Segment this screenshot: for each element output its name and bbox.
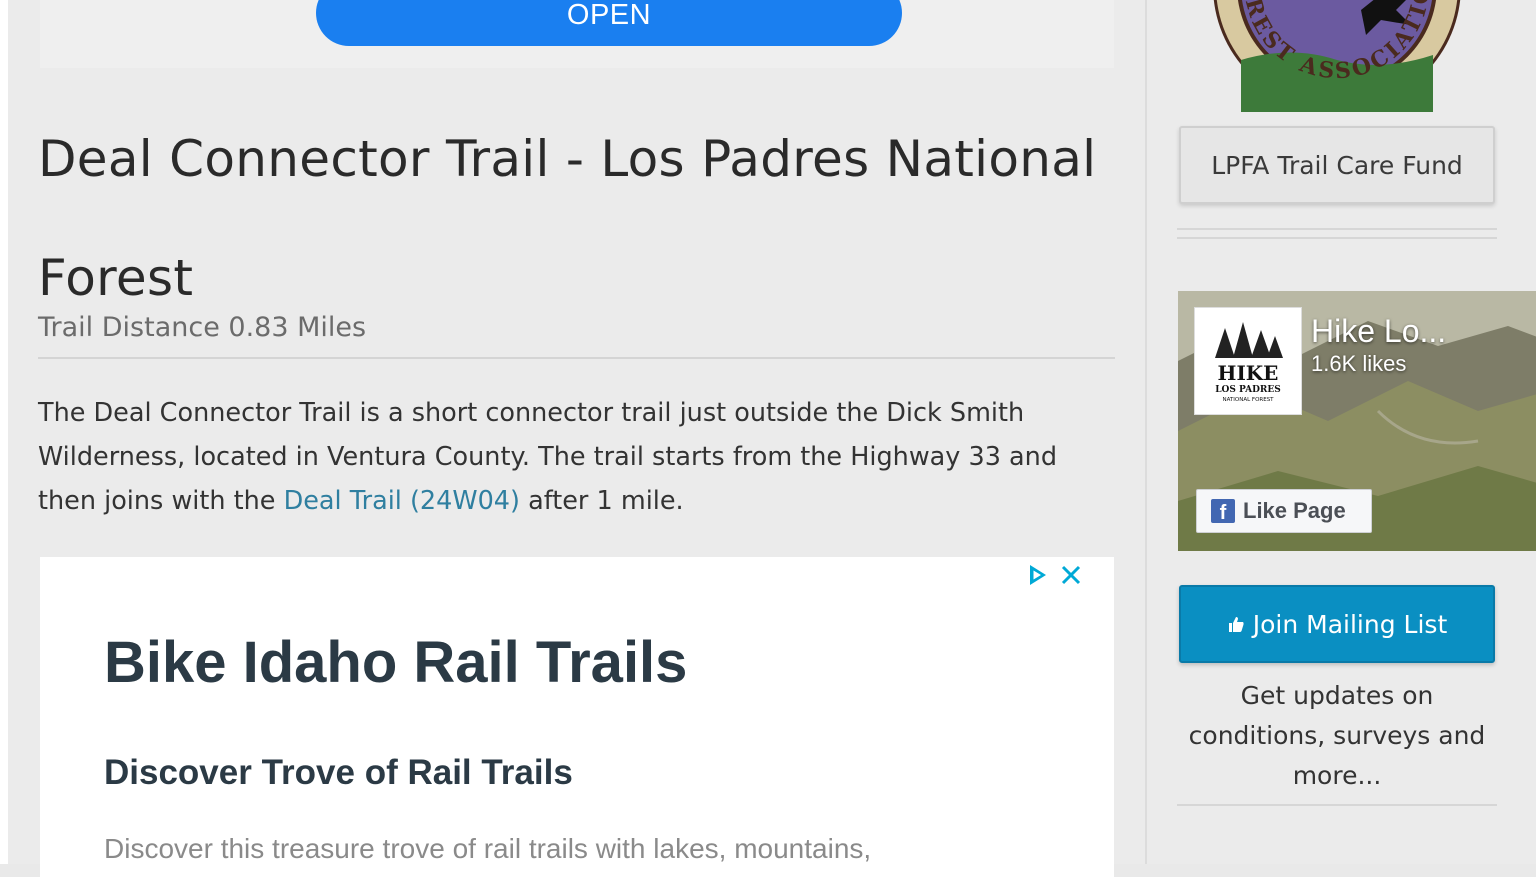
deal-trail-link[interactable]: Deal Trail (24W04) <box>284 486 520 516</box>
main-content: OPEN Deal Connector Trail - Los Padres N… <box>8 0 1145 877</box>
mailing-list-caption: Get updates on conditions, surveys and m… <box>1188 681 1486 790</box>
ad-body-text: Discover this treasure trove of rail tra… <box>104 833 872 864</box>
sidebar-rule <box>1177 237 1497 239</box>
ad-headline[interactable]: Bike Idaho Rail Trails <box>104 629 687 696</box>
mailing-list-label: Join Mailing List <box>1252 609 1448 639</box>
adchoices-icon[interactable] <box>1024 562 1050 592</box>
svg-text:HIKE: HIKE <box>1218 361 1279 385</box>
sidebar-rule <box>1177 228 1497 230</box>
facebook-page-widget[interactable]: HIKE LOS PADRES NATIONAL FOREST Hike Lo.… <box>1178 291 1536 551</box>
inline-ad[interactable]: Bike Idaho Rail Trails Discover Trove of… <box>40 557 1114 877</box>
ad-open-button[interactable]: OPEN <box>316 0 902 46</box>
page-left-edge <box>0 0 8 864</box>
thumbs-up-icon <box>1227 610 1245 639</box>
trail-care-fund-button[interactable]: LPFA Trail Care Fund <box>1179 126 1495 204</box>
forest-association-logo[interactable]: FOREST ASSOCIATION <box>1199 0 1463 112</box>
svg-text:NATIONAL FOREST: NATIONAL FOREST <box>1222 397 1274 403</box>
facebook-like-count: 1.6K likes <box>1311 351 1407 376</box>
top-banner-ad: OPEN <box>40 0 1114 68</box>
title-divider <box>38 357 1115 359</box>
page-title: Deal Connector Trail - Los Padres Nation… <box>38 130 1097 307</box>
trail-description: The Deal Connector Trail is a short conn… <box>38 391 1108 523</box>
sidebar: FOREST ASSOCIATION LPFA Trail Care Fund … <box>1147 0 1536 864</box>
facebook-icon: f <box>1211 499 1235 523</box>
hike-los-padres-thumbnail[interactable]: HIKE LOS PADRES NATIONAL FOREST <box>1194 307 1302 415</box>
like-page-label: Like Page <box>1243 498 1346 523</box>
svg-text:LOS PADRES: LOS PADRES <box>1215 385 1281 395</box>
description-text-end: after 1 mile. <box>519 486 684 516</box>
ad-choices <box>1024 562 1082 592</box>
close-icon[interactable] <box>1060 564 1082 590</box>
ad-subheadline: Discover Trove of Rail Trails <box>104 753 573 792</box>
facebook-like-page-button[interactable]: f Like Page <box>1196 489 1372 533</box>
trail-distance: Trail Distance 0.83 Miles <box>38 312 367 343</box>
join-mailing-list-button[interactable]: Join Mailing List <box>1179 585 1495 663</box>
sidebar-rule <box>1177 804 1497 806</box>
facebook-page-name[interactable]: Hike Lo... <box>1311 313 1446 350</box>
